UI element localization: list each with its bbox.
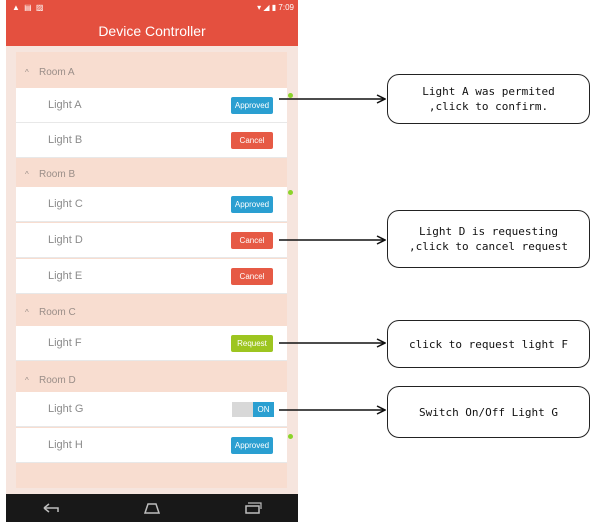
cancel-button-light-d[interactable]: Cancel: [231, 232, 273, 249]
device-name: Light E: [48, 270, 83, 282]
room-name: Room A: [39, 66, 75, 78]
device-row-light-f: Light F Request: [16, 326, 287, 361]
back-icon[interactable]: [36, 498, 66, 518]
room-name: Room B: [39, 168, 76, 180]
device-row-light-a: Light A Approved: [16, 88, 293, 123]
room-header-c[interactable]: ^ Room C: [16, 296, 287, 328]
callout-light-a: Light A was permited ,click to confirm.: [387, 74, 590, 124]
home-icon[interactable]: [137, 498, 167, 518]
notification-icons: ▲ ▤ ▨: [12, 3, 45, 12]
chevron-up-icon: ^: [25, 169, 29, 179]
approved-indicator-dot: [288, 434, 293, 439]
signal-icon: ◢: [263, 3, 270, 12]
device-name: Light D: [48, 234, 83, 246]
clock: 7:09: [278, 3, 294, 12]
callout-line: Light D is requesting: [418, 225, 559, 238]
chevron-up-icon: ^: [25, 375, 29, 385]
app-title: Device Controller: [98, 23, 206, 39]
callout-light-g: Switch On/Off Light G: [387, 386, 590, 438]
approved-button-light-c[interactable]: Approved: [231, 196, 273, 213]
room-name: Room D: [39, 374, 76, 386]
switch-state: ON: [253, 402, 274, 417]
device-name: Light G: [48, 403, 84, 415]
callout-text: Switch On/Off Light G: [418, 405, 559, 419]
callout-text: click to request light F: [409, 337, 568, 351]
callout-line: Light A was permited: [422, 85, 555, 98]
device-row-light-b: Light B Cancel: [16, 123, 287, 158]
navigation-bar: [6, 494, 298, 522]
chevron-up-icon: ^: [25, 67, 29, 77]
callout-line: ,click to confirm.: [428, 100, 549, 113]
device-name: Light B: [48, 134, 83, 146]
device-row-light-h: Light H Approved: [16, 428, 293, 463]
device-name: Light F: [48, 337, 82, 349]
approved-indicator-dot: [288, 190, 293, 195]
battery-icon: ▮: [271, 3, 277, 12]
cancel-button-light-b[interactable]: Cancel: [231, 132, 273, 149]
room-name: Room C: [39, 306, 76, 318]
wifi-icon: ▾: [257, 3, 262, 12]
app-bar: Device Controller: [6, 16, 298, 46]
callout-light-f: click to request light F: [387, 320, 590, 368]
phone-screen: ▲ ▤ ▨ ▾ ◢ ▮ 7:09 Device Controller ^ Roo…: [6, 0, 298, 522]
callout-line: ,click to cancel request: [409, 240, 568, 253]
room-header-a[interactable]: ^ Room A: [16, 56, 287, 88]
cancel-button-light-e[interactable]: Cancel: [231, 268, 273, 285]
device-list[interactable]: ^ Room A Light A Approved Light B Cancel…: [16, 52, 293, 488]
device-row-light-d: Light D Cancel: [16, 223, 287, 258]
approved-button-light-a[interactable]: Approved: [231, 97, 273, 114]
room-header-b[interactable]: ^ Room B: [16, 158, 287, 190]
request-button-light-f[interactable]: Request: [231, 335, 273, 352]
device-name: Light C: [48, 198, 83, 210]
device-row-light-g: Light G ON: [16, 392, 287, 427]
status-bar: ▲ ▤ ▨ ▾ ◢ ▮ 7:09: [6, 0, 298, 16]
approved-indicator-dot: [288, 93, 293, 98]
callout-light-d: Light D is requesting ,click to cancel r…: [387, 210, 590, 268]
approved-button-light-h[interactable]: Approved: [231, 437, 273, 454]
recents-icon[interactable]: [238, 498, 268, 518]
device-name: Light A: [48, 99, 82, 111]
status-right: ▾ ◢ ▮ 7:09: [257, 3, 294, 12]
device-row-light-e: Light E Cancel: [16, 259, 287, 294]
device-row-light-c: Light C Approved: [16, 187, 293, 222]
chevron-up-icon: ^: [25, 307, 29, 317]
device-name: Light H: [48, 439, 83, 451]
toggle-switch-light-g[interactable]: ON: [232, 402, 274, 417]
